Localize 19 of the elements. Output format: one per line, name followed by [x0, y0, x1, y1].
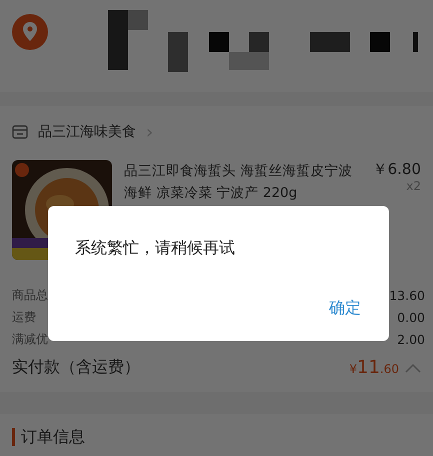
product-title: 品三江即食海蜇头 海蜇丝海蜇皮宁波海鲜 凉菜冷菜 宁波产 220g [124, 162, 354, 203]
accent-bar [12, 428, 15, 446]
payment-amount: ¥11.60 [349, 356, 399, 378]
payment-label: 实付款（含运费） [12, 356, 140, 378]
dialog-message: 系统繁忙，请稍候再试 [75, 238, 236, 259]
summary-value: 2.00 [397, 332, 425, 346]
section-title: 订单信息 [21, 426, 85, 448]
confirm-button[interactable]: 确定 [323, 294, 367, 323]
product-price: ￥6.80 [372, 160, 421, 179]
summary-value: 13.60 [389, 288, 425, 302]
store-icon [12, 125, 28, 139]
summary-label: 运费 [12, 308, 36, 326]
store-name: 品三江海味美食 [38, 123, 136, 141]
chevron-icon: › [146, 122, 154, 142]
summary-value: 0.00 [397, 310, 425, 324]
location-pin-icon [12, 14, 48, 50]
summary-label: 商品总 [12, 286, 48, 304]
summary-label: 满减优 [12, 330, 48, 348]
chevron-up-icon[interactable] [405, 362, 421, 372]
